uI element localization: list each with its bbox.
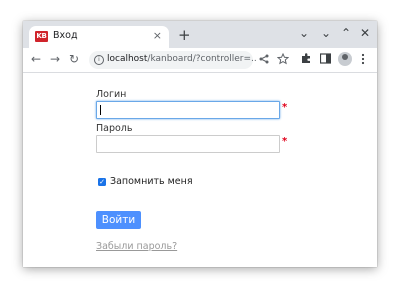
address-url[interactable]: localhost/kanboard/?controller=... <box>107 54 257 64</box>
tab-search-icon[interactable]: ⌄ <box>299 26 309 40</box>
minimize-icon[interactable]: ⌄ <box>321 26 331 40</box>
password-required-marker: * <box>282 136 288 147</box>
password-label: Пароль <box>96 123 133 134</box>
menu-kebab-icon[interactable] <box>361 53 365 65</box>
forward-icon[interactable]: → <box>50 52 60 66</box>
kanboard-favicon-icon: KB <box>35 31 48 42</box>
forgot-password-link[interactable]: Забыли пароль? <box>96 241 177 252</box>
url-host: localhost <box>107 54 148 64</box>
remember-me-label[interactable]: Запомнить меня <box>110 176 193 187</box>
url-path: /kanboard/?controller=... <box>147 54 257 64</box>
login-submit-button[interactable]: Войти <box>96 211 141 229</box>
back-icon[interactable]: ← <box>31 52 41 66</box>
new-tab-icon[interactable]: + <box>178 26 191 44</box>
tab-title: Вход <box>53 30 78 41</box>
reload-icon[interactable]: ↻ <box>69 52 79 66</box>
share-icon[interactable] <box>259 54 269 64</box>
profile-avatar-icon[interactable] <box>338 52 352 66</box>
extensions-icon[interactable] <box>301 53 312 64</box>
username-input[interactable] <box>96 101 280 119</box>
tab-strip: KB Вход × + ⌄ ⌄ ⌃ ✕ <box>23 21 377 48</box>
maximize-icon[interactable]: ⌃ <box>341 26 351 40</box>
tab-login[interactable]: KB Вход × <box>29 26 169 48</box>
username-label: Логин <box>96 89 127 100</box>
bookmark-star-icon[interactable] <box>277 53 289 65</box>
browser-window: KB Вход × + ⌄ ⌄ ⌃ ✕ ← → ↻ i localhost/ka… <box>23 21 377 267</box>
browser-toolbar: ← → ↻ i localhost/kanboard/?controller=.… <box>23 48 377 73</box>
tab-close-icon[interactable]: × <box>153 29 162 42</box>
page-content: Логин * Пароль * ✓ Запомнить меня Войти … <box>23 73 377 267</box>
text-caret <box>100 105 101 115</box>
address-bar[interactable]: i localhost/kanboard/?controller=... <box>89 51 257 69</box>
password-input[interactable] <box>96 135 280 153</box>
close-window-icon[interactable]: ✕ <box>360 26 370 40</box>
username-required-marker: * <box>282 102 288 113</box>
remember-me-checkbox[interactable]: ✓ <box>98 178 106 186</box>
site-info-icon[interactable]: i <box>94 55 104 65</box>
side-panel-icon[interactable] <box>320 53 331 64</box>
